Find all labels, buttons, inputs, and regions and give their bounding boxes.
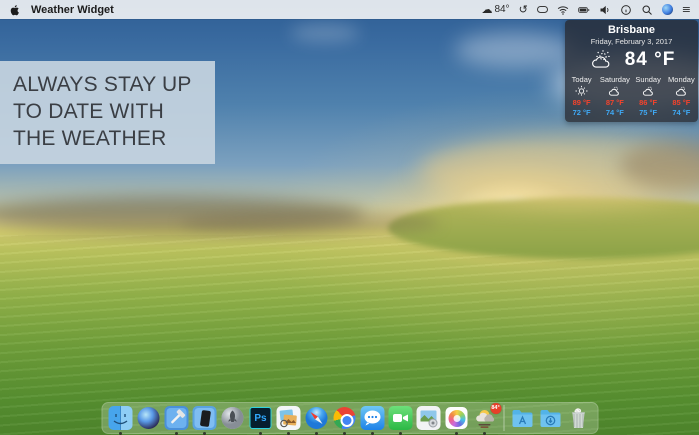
dock-weather-app-icon[interactable]: 84°: [472, 406, 497, 431]
dock-preview-icon[interactable]: [276, 406, 301, 431]
forecast-col-monday: Monday 85 °F 74 °F: [665, 75, 698, 117]
partly-cloudy-icon: [588, 49, 618, 71]
volume-icon[interactable]: [599, 4, 611, 16]
forecast-day: Today: [572, 75, 592, 84]
dock-finder-icon[interactable]: [108, 406, 133, 431]
dock-image-utility-icon[interactable]: [416, 406, 441, 431]
weather-cloud-icon: ☁: [481, 0, 492, 19]
dock: Ps 84°: [101, 402, 598, 434]
dock-messages-icon[interactable]: [360, 406, 385, 431]
forecast-col-sunday: Sunday 86 °F 75 °F: [632, 75, 665, 117]
widget-city: Brisbane: [565, 24, 698, 36]
dock-siri-icon[interactable]: [136, 406, 161, 431]
widget-date: Friday, February 3, 2017: [565, 37, 698, 46]
forecast-high: 89 °F: [573, 98, 591, 107]
sunny-icon: [574, 85, 589, 97]
dock-photoshop-icon[interactable]: Ps: [248, 406, 273, 431]
forecast-day: Sunday: [635, 75, 660, 84]
siri-icon[interactable]: [662, 4, 673, 15]
photoshop-label: Ps: [250, 407, 272, 429]
forecast-high: 85 °F: [672, 98, 690, 107]
forecast-low: 74 °F: [606, 108, 624, 117]
caption-overlay: ALWAYS STAY UP TO DATE WITH THE WEATHER: [0, 61, 215, 164]
menu-weather-item[interactable]: ☁ 84°: [481, 0, 509, 19]
spotlight-search-icon[interactable]: [641, 4, 653, 16]
forecast-low: 74 °F: [672, 108, 690, 117]
dock-launchpad-icon[interactable]: [220, 406, 245, 431]
cloud: [290, 24, 360, 42]
widget-current-temp: 84 °F: [625, 49, 676, 71]
dock-simulator-icon[interactable]: [192, 406, 217, 431]
forecast-day: Monday: [668, 75, 695, 84]
apple-menu-icon[interactable]: [9, 4, 21, 16]
dock-safari-icon[interactable]: [304, 406, 329, 431]
forecast-row: Today 89 °F 72 °F Saturday 87 °F 74 °F S…: [565, 75, 698, 117]
forecast-col-today: Today 89 °F 72 °F: [565, 75, 598, 117]
dock-trash-icon[interactable]: [566, 406, 591, 431]
dock-xcode-icon[interactable]: [164, 406, 189, 431]
active-app-title[interactable]: Weather Widget: [31, 4, 114, 16]
weather-widget-window[interactable]: Brisbane Friday, February 3, 2017 84 °F …: [565, 20, 698, 122]
partly-cloudy-icon: [674, 85, 689, 97]
battery-outline-icon[interactable]: [537, 6, 548, 13]
battery-icon[interactable]: [578, 4, 590, 16]
dock-applications-folder-icon[interactable]: [510, 406, 535, 431]
partly-cloudy-icon: [607, 85, 622, 97]
forecast-col-saturday: Saturday 87 °F 74 °F: [598, 75, 631, 117]
weather-app-badge: 84°: [490, 403, 501, 414]
dock-downloads-folder-icon[interactable]: [538, 406, 563, 431]
dark-horizon-cloud: [180, 212, 440, 234]
forecast-low: 75 °F: [639, 108, 657, 117]
menu-bar: Weather Widget ☁ 84° ↺ ≡: [0, 0, 699, 19]
dock-facetime-icon[interactable]: [388, 406, 413, 431]
forecast-day: Saturday: [600, 75, 630, 84]
time-machine-icon[interactable]: ↺: [519, 0, 528, 19]
forecast-low: 72 °F: [573, 108, 591, 117]
dock-chrome-icon[interactable]: [332, 406, 357, 431]
info-circle-icon[interactable]: [620, 4, 632, 16]
forecast-high: 86 °F: [639, 98, 657, 107]
wifi-icon[interactable]: [557, 4, 569, 16]
forecast-high: 87 °F: [606, 98, 624, 107]
dock-separator: [503, 405, 504, 431]
cloud: [455, 32, 575, 68]
dock-photos-icon[interactable]: [444, 406, 469, 431]
partly-cloudy-icon: [641, 85, 656, 97]
notification-center-icon[interactable]: ≡: [682, 0, 691, 19]
menu-weather-temp: 84°: [494, 0, 509, 19]
